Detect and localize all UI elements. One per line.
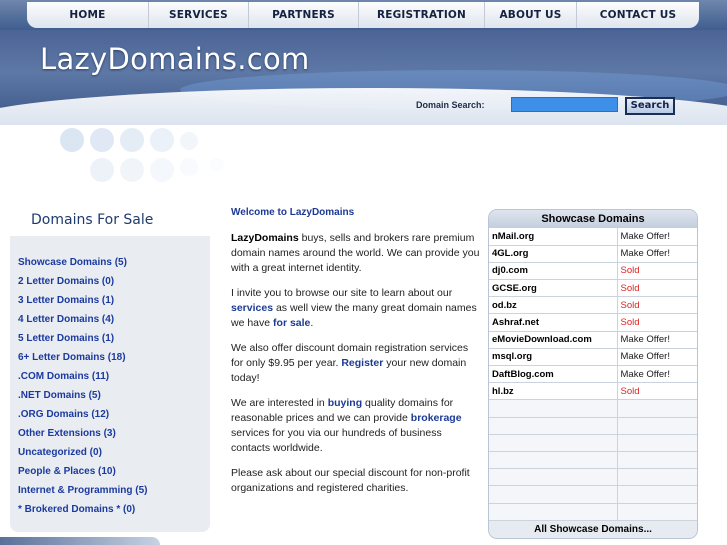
showcase-box: Showcase Domains nMail.org Make Offer! 4GL…: [488, 209, 698, 539]
showcase-domain-name[interactable]: hl.bz: [489, 382, 618, 401]
showcase-domain-status: Sold: [617, 313, 697, 332]
showcase-row: DaftBlog.com Make Offer!: [489, 365, 697, 384]
showcase-domain-status: Make Offer!: [617, 365, 697, 384]
showcase-row: 4GL.org Make Offer!: [489, 245, 697, 263]
sidebar-item-4-letter[interactable]: 4 Letter Domains (4): [10, 310, 210, 329]
browse-text-a: I invite you to browse our site to learn…: [231, 287, 453, 299]
domain-search-input[interactable]: [511, 97, 618, 112]
nav-bar: HOME SERVICES PARTNERS REGISTRATION ABOU…: [27, 2, 699, 28]
search-button[interactable]: Search: [625, 97, 675, 115]
showcase-table: nMail.org Make Offer! 4GL.org Make Offer! dj…: [489, 228, 697, 521]
showcase-row: GCSE.org Sold: [489, 279, 697, 298]
showcase-row: eMovieDownload.com Make Offer!: [489, 331, 697, 349]
showcase-row: msql.org Make Offer!: [489, 348, 697, 367]
showcase-empty-row: [489, 399, 697, 418]
sidebar-item-org[interactable]: .ORG Domains (12): [10, 405, 210, 424]
showcase-domain-name[interactable]: msql.org: [489, 348, 618, 367]
brokerage-link[interactable]: brokerage: [411, 412, 462, 424]
showcase-domain-name[interactable]: eMovieDownload.com: [489, 331, 618, 349]
sidebar-item-showcase[interactable]: Showcase Domains (5): [10, 253, 210, 272]
showcase-domain-name[interactable]: GCSE.org: [489, 279, 618, 298]
decorative-dots: [60, 128, 260, 188]
showcase-empty-row: [489, 503, 697, 521]
sidebar-title: Domains For Sale: [31, 212, 154, 228]
site-logo[interactable]: LazyDomains.com: [40, 42, 310, 76]
buying-link[interactable]: buying: [328, 397, 362, 409]
showcase-domain-name[interactable]: dj0.com: [489, 262, 618, 281]
main-content: Welcome to LazyDomains LazyDomains buys,…: [231, 205, 481, 506]
register-link[interactable]: Register: [341, 357, 383, 369]
showcase-domain-name[interactable]: DaftBlog.com: [489, 365, 618, 384]
showcase-empty-row: [489, 417, 697, 435]
showcase-row: hl.bz Sold: [489, 382, 697, 401]
services-link[interactable]: services: [231, 302, 273, 314]
domain-search-label: Domain Search:: [416, 100, 485, 110]
showcase-empty-row: [489, 485, 697, 504]
welcome-heading: Welcome to LazyDomains: [231, 207, 355, 218]
showcase-domain-name[interactable]: 4GL.org: [489, 245, 618, 263]
all-showcase-link[interactable]: All Showcase Domains...: [489, 522, 697, 538]
discount-paragraph: Please ask about our special discount fo…: [231, 467, 470, 494]
showcase-row: nMail.org Make Offer!: [489, 228, 697, 246]
sidebar-item-uncategorized[interactable]: Uncategorized (0): [10, 443, 210, 462]
showcase-domain-status: Sold: [617, 262, 697, 281]
buying-text-c: services for you via our hundreds of bus…: [231, 427, 442, 454]
for-sale-link[interactable]: for sale: [273, 317, 310, 329]
sidebar-categories: Showcase Domains (5) 2 Letter Domains (0…: [10, 236, 210, 532]
sidebar-item-brokered[interactable]: * Brokered Domains * (0): [10, 500, 210, 519]
browse-text-c: .: [310, 317, 314, 329]
sidebar-item-6plus-letter[interactable]: 6+ Letter Domains (18): [10, 348, 210, 367]
sidebar-item-internet-programming[interactable]: Internet & Programming (5): [10, 481, 210, 500]
sidebar-item-other-extensions[interactable]: Other Extensions (3): [10, 424, 210, 443]
nav-registration[interactable]: REGISTRATION: [359, 2, 485, 28]
showcase-title: Showcase Domains: [489, 210, 697, 228]
showcase-domain-name[interactable]: Ashraf.net: [489, 313, 618, 332]
nav-home[interactable]: HOME: [27, 2, 149, 28]
showcase-domain-status: Make Offer!: [617, 331, 697, 349]
intro-paragraph: LazyDomains buys, sells and brokers rare…: [231, 231, 481, 276]
showcase-empty-row: [489, 468, 697, 487]
showcase-row: od.bz Sold: [489, 296, 697, 315]
sidebar-item-3-letter[interactable]: 3 Letter Domains (1): [10, 291, 210, 310]
sidebar-bottom-decoration: [0, 537, 160, 545]
showcase-domain-name[interactable]: nMail.org: [489, 228, 618, 246]
buying-paragraph: We are interested in buying quality doma…: [231, 396, 481, 456]
registration-paragraph: We also offer discount domain registrati…: [231, 341, 481, 386]
showcase-domain-status: Sold: [617, 296, 697, 315]
showcase-domain-status: Make Offer!: [617, 245, 697, 263]
nav-contact-us[interactable]: CONTACT US: [577, 2, 699, 28]
showcase-empty-row: [489, 434, 697, 452]
nav-services[interactable]: SERVICES: [149, 2, 249, 28]
showcase-domain-name[interactable]: od.bz: [489, 296, 618, 315]
showcase-domain-status: Make Offer!: [617, 228, 697, 246]
sidebar-item-com[interactable]: .COM Domains (11): [10, 367, 210, 386]
sidebar-item-net[interactable]: .NET Domains (5): [10, 386, 210, 405]
sidebar-item-2-letter[interactable]: 2 Letter Domains (0): [10, 272, 210, 291]
showcase-empty-row: [489, 451, 697, 470]
showcase-row: Ashraf.net Sold: [489, 313, 697, 332]
sidebar-item-5-letter[interactable]: 5 Letter Domains (1): [10, 329, 210, 348]
nav-partners[interactable]: PARTNERS: [249, 2, 359, 28]
showcase-row: dj0.com Sold: [489, 262, 697, 281]
sidebar-item-people-places[interactable]: People & Places (10): [10, 462, 210, 481]
top-nav: HOME SERVICES PARTNERS REGISTRATION ABOU…: [0, 0, 727, 30]
browse-paragraph: I invite you to browse our site to learn…: [231, 286, 481, 331]
showcase-domain-status: Make Offer!: [617, 348, 697, 367]
header-banner: LazyDomains.com Domain Search: Search: [0, 30, 727, 125]
brand-name: LazyDomains: [231, 232, 299, 244]
showcase-domain-status: Sold: [617, 279, 697, 298]
buying-text-a: We are interested in: [231, 397, 328, 409]
showcase-domain-status: Sold: [617, 382, 697, 401]
nav-about-us[interactable]: ABOUT US: [485, 2, 577, 28]
